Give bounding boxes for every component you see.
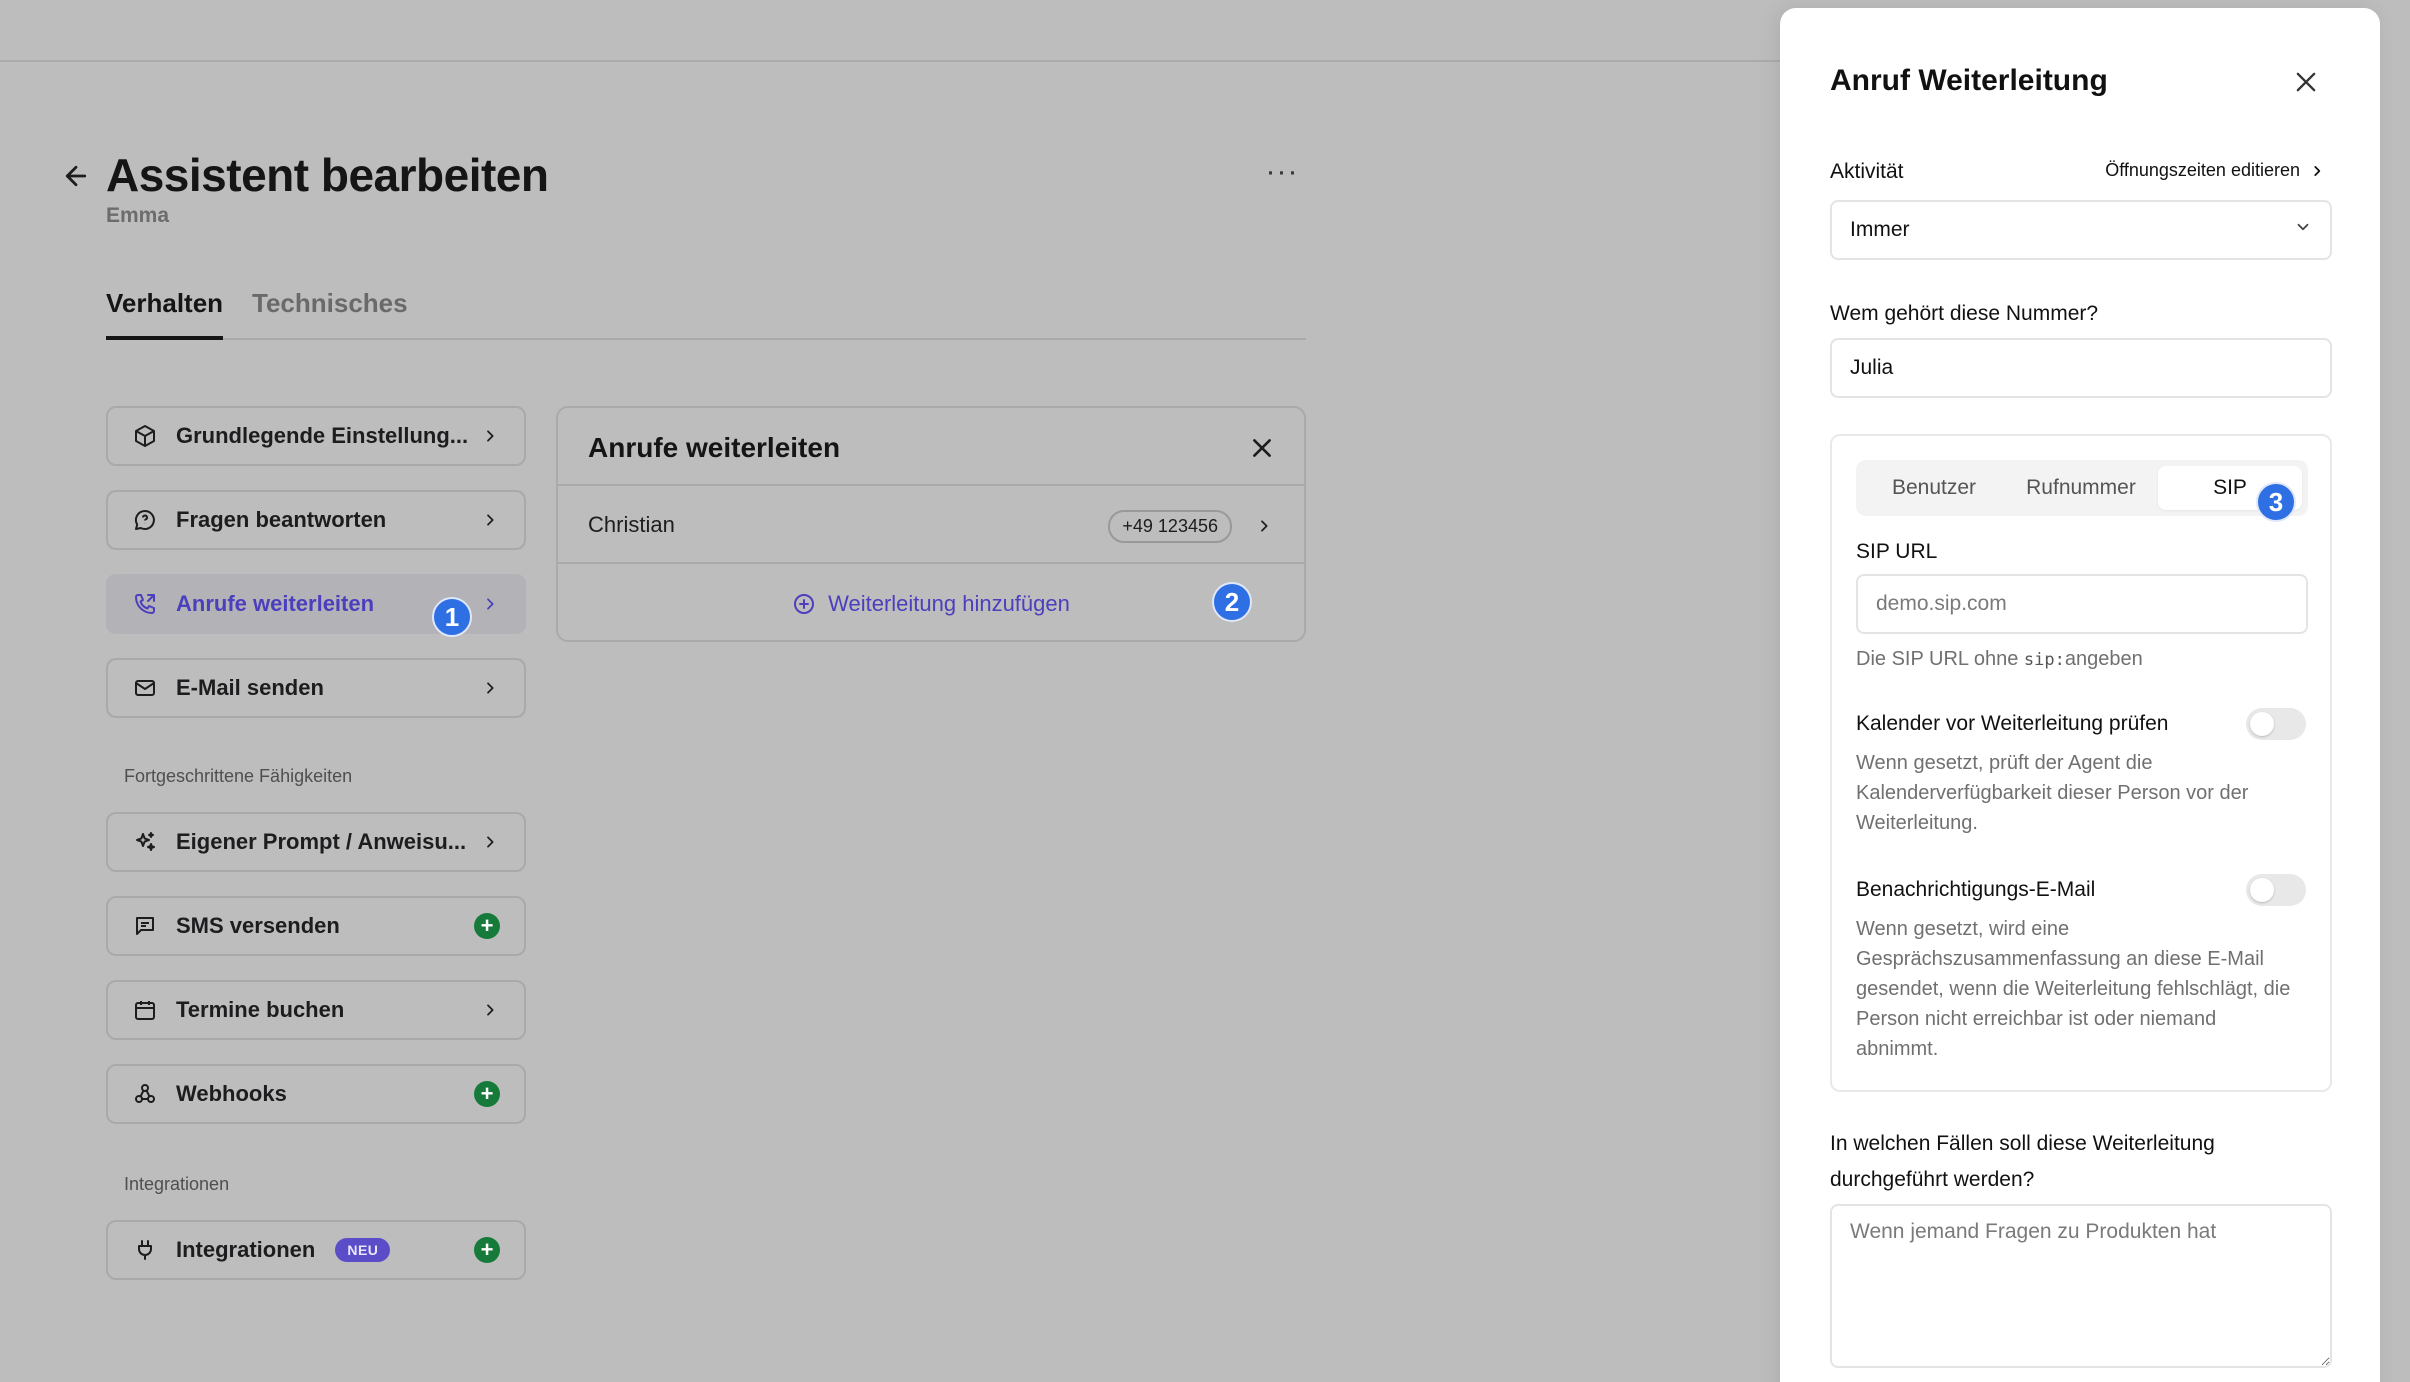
close-icon	[1253, 439, 1271, 457]
calendar-icon	[132, 997, 158, 1023]
plus-icon[interactable]: +	[474, 1081, 500, 1107]
tab-bar: Verhalten Technisches	[106, 270, 1306, 340]
back-button[interactable]	[58, 158, 94, 194]
mail-icon	[132, 675, 158, 701]
nav-item-webhooks[interactable]: Webhooks +	[106, 1064, 526, 1124]
sip-url-input[interactable]	[1856, 574, 2308, 634]
page-subtitle: Emma	[106, 204, 170, 227]
chevron-right-icon	[480, 678, 500, 698]
chevron-right-icon	[480, 426, 500, 446]
plus-icon[interactable]: +	[474, 1237, 500, 1263]
forward-row-phone: +49 123456	[1108, 510, 1232, 543]
activity-label: Aktivität	[1830, 160, 1904, 183]
notification-email-toggle[interactable]	[2246, 874, 2306, 906]
activity-select[interactable]: Immer	[1830, 200, 2332, 260]
top-bar	[0, 0, 1780, 62]
plus-icon[interactable]: +	[474, 913, 500, 939]
chevron-right-icon	[2310, 164, 2324, 178]
chevron-right-icon	[480, 832, 500, 852]
cube-icon	[132, 423, 158, 449]
plug-icon	[132, 1237, 158, 1263]
calendar-check-label: Kalender vor Weiterleitung prüfen	[1856, 712, 2169, 735]
plus-circle-icon	[792, 592, 816, 616]
step-badge-3: 3	[2256, 482, 2296, 522]
calendar-check-toggle[interactable]	[2246, 708, 2306, 740]
cases-textarea[interactable]	[1830, 1204, 2332, 1368]
nav-item-termine-buchen[interactable]: Termine buchen	[106, 980, 526, 1040]
activity-value: Immer	[1850, 218, 1910, 241]
nav-item-label: Webhooks	[176, 1081, 287, 1106]
close-drawer-button[interactable]	[2288, 64, 2324, 100]
nav-item-integrationen[interactable]: Integrationen NEU +	[106, 1220, 526, 1280]
segment-rufnummer[interactable]: Rufnummer	[2006, 466, 2156, 510]
nav-item-fragen-beantworten[interactable]: Fragen beantworten	[106, 490, 526, 550]
sip-url-label: SIP URL	[1856, 540, 1938, 563]
arrow-left-icon	[65, 165, 87, 187]
chevron-down-icon	[2294, 218, 2312, 242]
add-forwarding-label: Weiterleitung hinzufügen	[828, 591, 1070, 616]
add-forwarding-button[interactable]: Weiterleitung hinzufügen	[558, 566, 1304, 642]
nav-item-label: SMS versenden	[176, 913, 340, 938]
segment-benutzer[interactable]: Benutzer	[1862, 466, 2006, 510]
forward-row[interactable]: Christian +49 123456	[558, 484, 1304, 564]
phone-forward-icon	[132, 591, 158, 617]
sip-url-help: Die SIP URL ohne sip:angeben	[1856, 644, 2296, 675]
call-forwarding-drawer: Anruf Weiterleitung Aktivität Öffnungsze…	[1780, 8, 2380, 1382]
chevron-right-icon	[1254, 516, 1274, 536]
nav-item-label: Integrationen	[176, 1237, 316, 1262]
chevron-right-icon	[480, 594, 500, 614]
edit-hours-label: Öffnungszeiten editieren	[2105, 160, 2300, 180]
section-label-integrations: Integrationen	[124, 1174, 230, 1194]
sip-help-suffix: angeben	[2064, 648, 2143, 670]
step-badge-1: 1	[432, 597, 472, 637]
forward-card-title: Anrufe weiterleiten	[588, 432, 841, 463]
owner-input[interactable]	[1830, 338, 2332, 398]
webhook-icon	[132, 1081, 158, 1107]
step-badge-2: 2	[1212, 582, 1252, 622]
sip-help-prefix: Die SIP URL ohne	[1856, 648, 2024, 670]
owner-label: Wem gehört diese Nummer?	[1830, 302, 2099, 325]
more-options-icon: ···	[1265, 155, 1299, 188]
sip-help-code: sip:	[2023, 650, 2065, 670]
nav-item-label: Termine buchen	[176, 997, 345, 1022]
close-card-button[interactable]	[1246, 432, 1278, 464]
sip-settings-card: Benutzer Rufnummer SIP 3 SIP URL Die SIP…	[1830, 434, 2332, 1092]
notification-email-label: Benachrichtigungs-E-Mail	[1856, 878, 2096, 901]
message-icon	[132, 913, 158, 939]
nav-item-email-senden[interactable]: E-Mail senden	[106, 658, 526, 718]
sparkle-icon	[132, 829, 158, 855]
section-label-advanced: Fortgeschrittene Fähigkeiten	[124, 766, 353, 786]
tab-technisches[interactable]: Technisches	[252, 288, 408, 319]
chevron-right-icon	[480, 510, 500, 530]
target-type-segmented-control: Benutzer Rufnummer SIP	[1856, 460, 2308, 516]
more-options-button[interactable]: ···	[1262, 154, 1302, 190]
nav-item-label: E-Mail senden	[176, 675, 324, 700]
nav-item-label: Grundlegende Einstellung...	[176, 423, 469, 448]
cases-label: In welchen Fällen soll diese Weiterleitu…	[1830, 1132, 2215, 1191]
calendar-check-help: Wenn gesetzt, prüft der Agent die Kalend…	[1856, 752, 2249, 834]
nav-item-label: Fragen beantworten	[176, 507, 387, 532]
nav-item-label: Anrufe weiterleiten	[176, 591, 375, 616]
forward-calls-card: Anrufe weiterleiten Christian +49 123456…	[556, 406, 1306, 642]
nav-item-label: Eigener Prompt / Anweisu...	[176, 829, 467, 854]
chevron-right-icon	[480, 1000, 500, 1020]
nav-item-grundlegende-einstellungen[interactable]: Grundlegende Einstellung...	[106, 406, 526, 466]
drawer-title: Anruf Weiterleitung	[1830, 64, 2108, 97]
tab-verhalten[interactable]: Verhalten	[106, 288, 224, 340]
close-icon	[2296, 72, 2316, 92]
chat-bubble-icon	[132, 507, 158, 533]
forward-row-name: Christian	[588, 512, 675, 537]
edit-hours-link[interactable]: Öffnungszeiten editieren	[2105, 160, 2324, 181]
page-title: Assistent bearbeiten	[106, 149, 549, 201]
nav-item-sms-versenden[interactable]: SMS versenden +	[106, 896, 526, 956]
nav-item-eigener-prompt[interactable]: Eigener Prompt / Anweisu...	[106, 812, 526, 872]
new-badge: NEU	[335, 1238, 391, 1262]
notification-email-help: Wenn gesetzt, wird eine Gesprächszusamme…	[1856, 918, 2291, 1060]
